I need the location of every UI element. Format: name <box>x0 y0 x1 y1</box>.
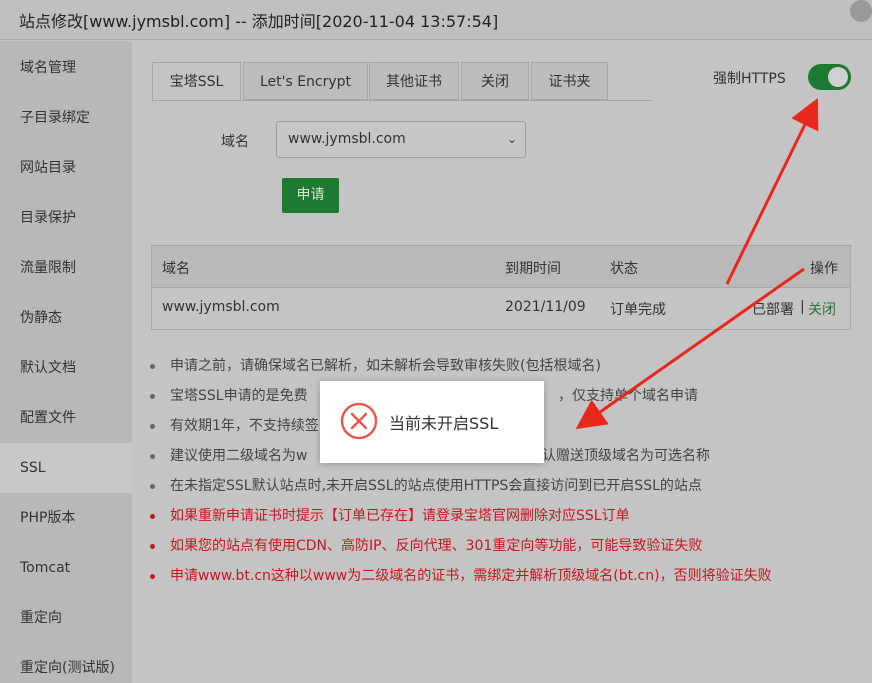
sidebar-item-tomcat[interactable]: Tomcat <box>0 543 132 593</box>
note-item: 申请www.bt.cn这种以www为二级域名的证书，需绑定并解析顶级域名(bt.… <box>132 565 872 595</box>
close-window-icon[interactable] <box>850 0 872 22</box>
tab-other-certificates[interactable]: 其他证书 <box>369 62 459 100</box>
certificate-table: 域名 到期时间 状态 操作 www.jymsbl.com 2021/11/09 … <box>151 245 851 330</box>
sidebar-item-rewrite[interactable]: 伪静态 <box>0 293 132 343</box>
error-toast: 当前未开启SSL <box>320 381 544 463</box>
sidebar-item-config-file[interactable]: 配置文件 <box>0 393 132 443</box>
sidebar-item-redirect-beta[interactable]: 重定向(测试版) <box>0 643 132 683</box>
sidebar-item-php-version[interactable]: PHP版本 <box>0 493 132 543</box>
force-https-toggle[interactable] <box>808 64 851 90</box>
force-https-label: 强制HTTPS <box>713 71 786 87</box>
toast-message: 当前未开启SSL <box>389 414 499 433</box>
note-item: 如果重新申请证书时提示【订单已存在】请登录宝塔官网删除对应SSL订单 <box>132 505 872 535</box>
tab-certificate-folder[interactable]: 证书夹 <box>531 62 608 100</box>
tab-bt-ssl[interactable]: 宝塔SSL <box>152 62 241 100</box>
domain-select[interactable]: www.jymsbl.com ⌄ <box>276 121 526 158</box>
row-action-separator: | <box>800 299 805 315</box>
column-header-action: 操作 <box>810 261 838 277</box>
sidebar-item-redirect[interactable]: 重定向 <box>0 593 132 643</box>
domain-select-value: www.jymsbl.com <box>288 131 406 147</box>
row-expire-date: 2021/11/09 <box>505 299 586 315</box>
tab-lets-encrypt[interactable]: Let's Encrypt <box>243 62 368 100</box>
chevron-down-icon: ⌄ <box>506 132 517 146</box>
table-header: 域名 到期时间 状态 操作 <box>152 246 850 288</box>
sidebar-item-directory-protection[interactable]: 目录保护 <box>0 193 132 243</box>
row-deploy-status: 已部署 <box>752 302 794 318</box>
sidebar-item-domain-management[interactable]: 域名管理 <box>0 43 132 93</box>
column-header-expire: 到期时间 <box>505 261 561 277</box>
sidebar-item-site-directory[interactable]: 网站目录 <box>0 143 132 193</box>
sidebar-item-default-document[interactable]: 默认文档 <box>0 343 132 393</box>
sidebar: 域名管理 子目录绑定 网站目录 目录保护 流量限制 伪静态 默认文档 配置文件 … <box>0 41 132 683</box>
row-status: 订单完成 <box>610 302 666 318</box>
column-header-status: 状态 <box>610 261 638 277</box>
row-domain: www.jymsbl.com <box>162 299 280 315</box>
sidebar-item-ssl[interactable]: SSL <box>0 443 132 493</box>
ssl-panel: 宝塔SSL Let's Encrypt 其他证书 关闭 证书夹 强制HTTPS … <box>132 41 872 683</box>
column-header-domain: 域名 <box>162 261 190 277</box>
toggle-knob <box>828 67 848 87</box>
window-titlebar: 站点修改[www.jymsbl.com] -- 添加时间[2020-11-04 … <box>0 0 872 40</box>
sidebar-item-traffic-limit[interactable]: 流量限制 <box>0 243 132 293</box>
domain-label: 域名 <box>221 134 249 150</box>
row-close-link[interactable]: 关闭 <box>808 299 836 319</box>
window-title: 站点修改[www.jymsbl.com] -- 添加时间[2020-11-04 … <box>19 12 499 31</box>
note-item: 在未指定SSL默认站点时,未开启SSL的站点使用HTTPS会直接访问到已开启SS… <box>132 475 872 505</box>
sidebar-item-subdirectory-binding[interactable]: 子目录绑定 <box>0 93 132 143</box>
note-item: 如果您的站点有使用CDN、高防IP、反向代理、301重定向等功能，可能导致验证失… <box>132 535 872 565</box>
tab-close[interactable]: 关闭 <box>461 62 529 100</box>
apply-button[interactable]: 申请 <box>282 178 339 213</box>
error-circle-icon <box>340 402 378 440</box>
